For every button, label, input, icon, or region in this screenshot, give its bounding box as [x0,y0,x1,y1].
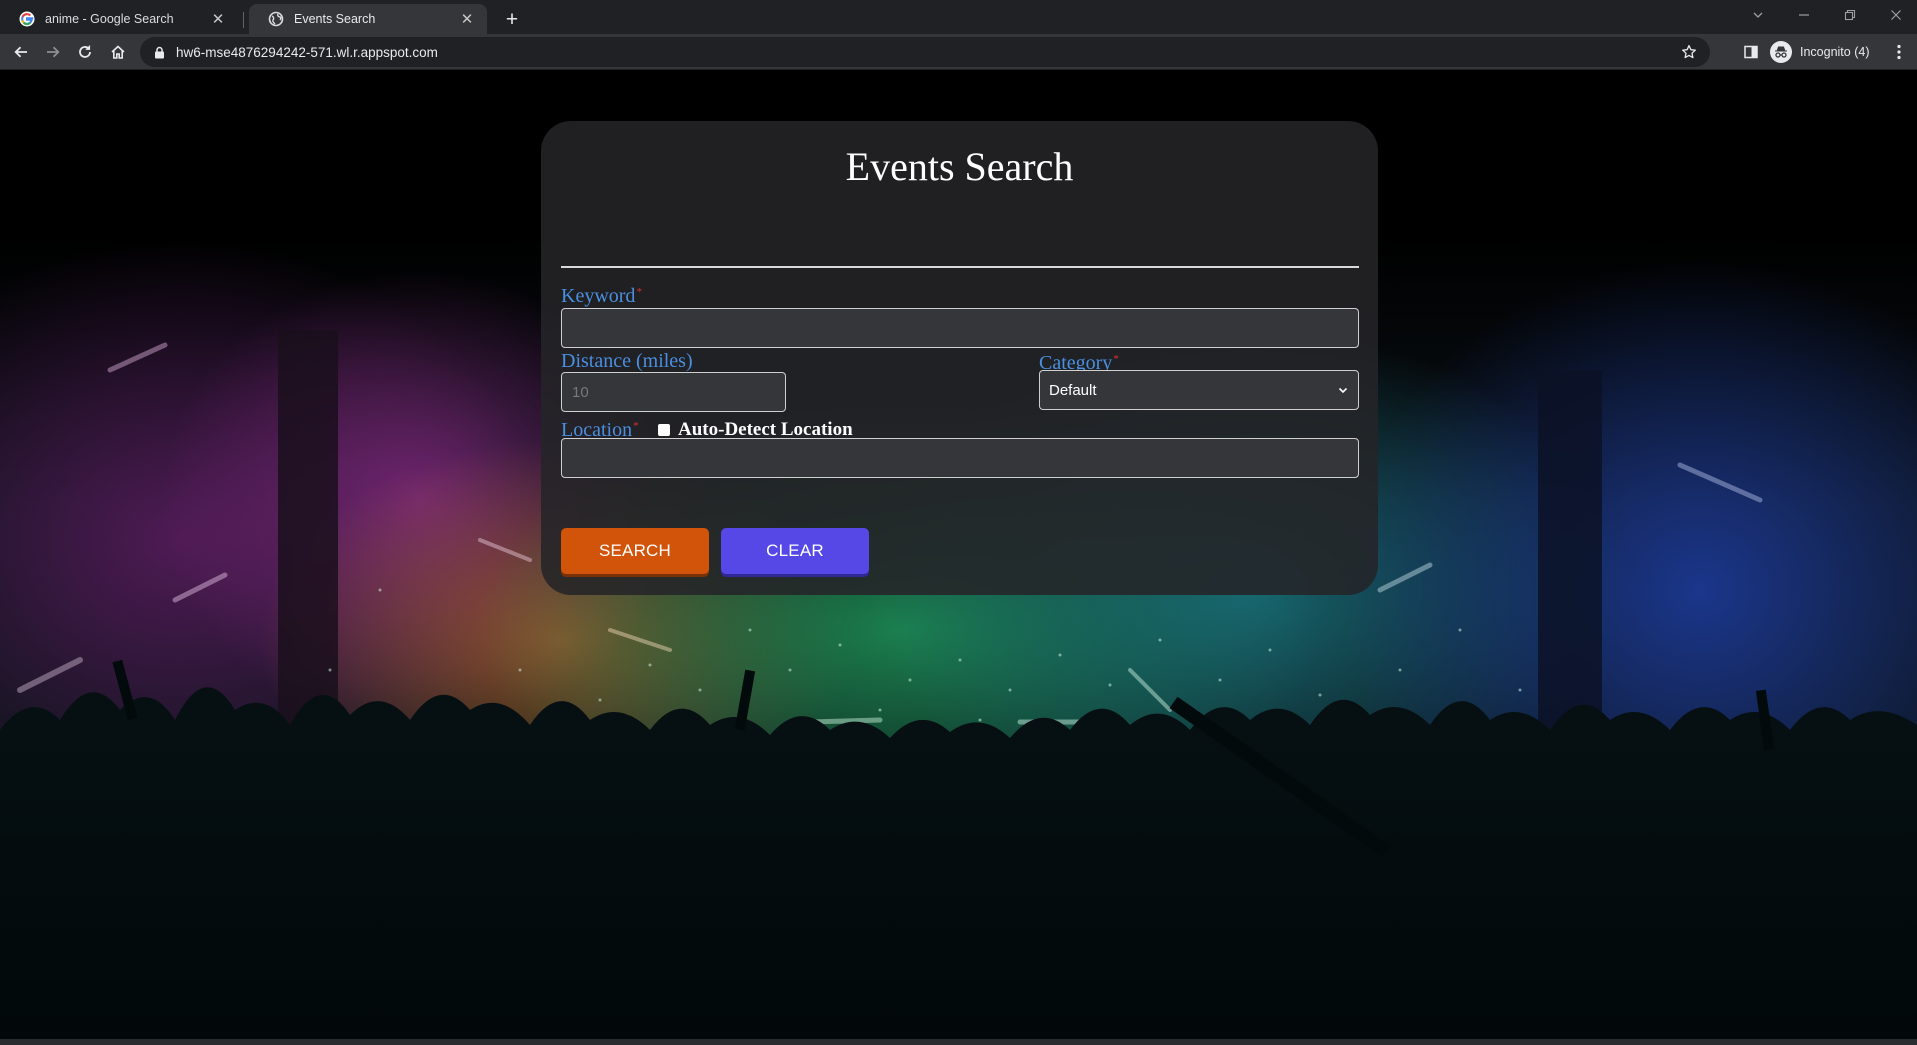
events-search-form: Events Search Keyword* Distance (miles) … [541,121,1378,595]
incognito-profile-button[interactable]: Incognito (4) [1770,38,1869,66]
required-asterisk: * [633,420,639,432]
keyword-input[interactable] [561,308,1359,348]
tab-strip: anime - Google Search ✕ Events Search ✕ … [0,0,1917,34]
tab-separator [243,12,244,28]
required-asterisk: * [1113,353,1119,365]
window-bottom-edge [0,1039,1917,1045]
search-button[interactable]: SEARCH [561,528,709,574]
auto-detect-checkbox[interactable] [658,424,670,436]
page-title: Events Search [845,144,1074,189]
new-tab-button[interactable]: + [498,6,526,34]
category-selected-value: Default [1049,381,1097,399]
lock-icon[interactable] [152,45,166,59]
keyword-label: Keyword* [561,284,642,308]
google-icon [19,11,35,27]
forward-arrow-icon[interactable] [40,39,66,65]
tab-title: Events Search [294,12,376,26]
globe-icon [268,11,284,27]
title-divider [561,266,1359,268]
bookmark-star-icon[interactable] [1680,43,1698,61]
close-icon[interactable]: ✕ [210,11,226,28]
incognito-icon [1770,41,1792,63]
distance-input[interactable] [561,372,786,412]
reload-icon[interactable] [72,39,98,65]
close-icon[interactable]: ✕ [459,11,475,28]
clear-button[interactable]: CLEAR [721,528,869,574]
restore-icon[interactable] [1830,2,1870,28]
browser-window: anime - Google Search ✕ Events Search ✕ … [0,0,1917,1045]
tab-events-search[interactable]: Events Search ✕ [249,4,487,34]
tab-search-chevron-icon[interactable] [1738,2,1778,28]
url-text[interactable]: hw6-mse4876294242-571.wl.r.appspot.com [176,45,1680,60]
minimize-icon[interactable] [1784,2,1824,28]
kebab-menu-icon[interactable] [1886,39,1912,65]
location-input[interactable] [561,438,1359,478]
distance-label: Distance (miles) [561,350,693,372]
page-viewport: Events Search Keyword* Distance (miles) … [0,70,1917,1039]
category-select[interactable]: Default [1039,370,1359,410]
close-window-icon[interactable] [1876,2,1916,28]
tab-title: anime - Google Search [45,12,174,26]
keyword-label-text: Keyword [561,285,636,307]
back-arrow-icon[interactable] [8,39,34,65]
incognito-label: Incognito (4) [1800,45,1870,59]
home-icon[interactable] [105,39,131,65]
side-panel-icon[interactable] [1738,39,1764,65]
browser-toolbar: hw6-mse4876294242-571.wl.r.appspot.com I… [0,34,1917,70]
chevron-down-icon [1336,383,1350,397]
tab-google-search[interactable]: anime - Google Search ✕ [0,4,238,34]
address-bar[interactable]: hw6-mse4876294242-571.wl.r.appspot.com [140,37,1710,67]
required-asterisk: * [636,286,642,298]
